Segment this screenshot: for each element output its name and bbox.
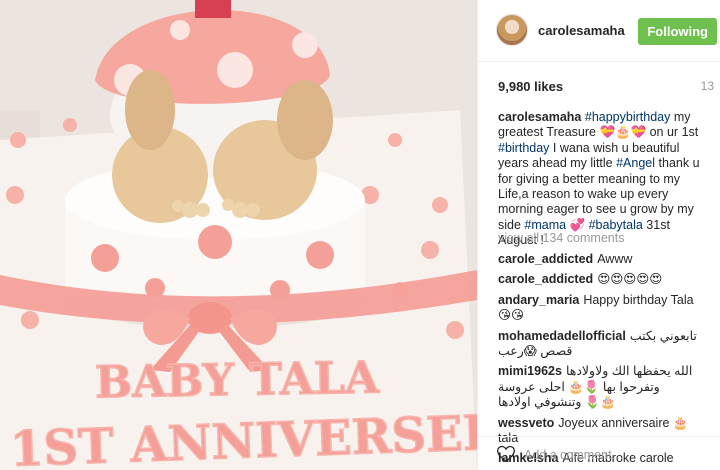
post-sidebar: carolesamaha Following 9,980 likes 13 ca… (477, 0, 720, 470)
post-caption: carolesamaha #happybirthday my greatest … (498, 110, 704, 249)
cake-image: BABY TALA 1ST ANNIVERSER (0, 0, 477, 470)
view-all-comments-link[interactable]: view all 134 comments (498, 231, 624, 245)
following-button[interactable]: Following (638, 18, 717, 45)
comment: carole_addicted Awww (498, 252, 704, 267)
post-time[interactable]: 13 (701, 79, 714, 93)
heart-icon[interactable] (496, 444, 516, 464)
cake-text-line1: BABY TALA (94, 352, 380, 408)
comment-username[interactable]: andary_maria (498, 293, 579, 307)
add-comment-input[interactable] (524, 446, 704, 464)
comment-username[interactable]: wessveto (498, 416, 554, 430)
likes-count[interactable]: 9,980 likes (498, 79, 563, 94)
comment: mimi1962s الله يحفظها الك ولاولادها وتفرح… (498, 364, 704, 410)
hashtag-link[interactable]: #Angel (616, 156, 655, 170)
comment-text: Awww (597, 252, 633, 266)
avatar[interactable] (496, 14, 528, 46)
comment-username[interactable]: mohamedadellofficial (498, 329, 626, 343)
header-username[interactable]: carolesamaha (538, 23, 625, 38)
hashtag-link[interactable]: #babytala (589, 218, 643, 232)
likes-row: 9,980 likes 13 (498, 79, 714, 94)
hashtag-link[interactable]: #happybirthday (585, 110, 670, 124)
comment-username[interactable]: carole_addicted (498, 252, 593, 266)
hashtag-link[interactable]: #birthday (498, 141, 549, 155)
post-header: carolesamaha Following (478, 0, 720, 62)
comment: mohamedadellofficial تابعوني بكتب قصص 😱رع… (498, 329, 704, 360)
comment: andary_maria Happy birthday Tala😘😘 (498, 293, 704, 324)
caption-text: 💞 (566, 217, 589, 232)
comment-username[interactable]: carole_addicted (498, 272, 593, 286)
comment-text: 😍😍😍😍😍 (597, 272, 663, 287)
hashtag-link[interactable]: #mama (524, 218, 566, 232)
post-photo[interactable]: BABY TALA 1ST ANNIVERSER (0, 0, 477, 470)
comment: carole_addicted 😍😍😍😍😍 (498, 272, 704, 287)
caption-username[interactable]: carolesamaha (498, 110, 581, 124)
add-comment-bar (478, 436, 720, 470)
comment-username[interactable]: mimi1962s (498, 364, 562, 378)
